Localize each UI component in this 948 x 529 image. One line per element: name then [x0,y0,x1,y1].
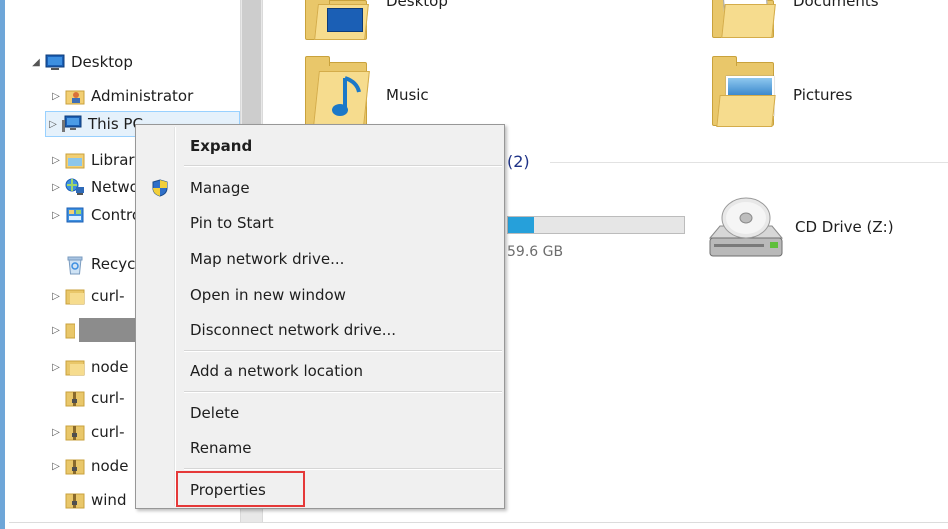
control-panel-icon [65,206,85,224]
menu-item-disconnect-network-drive[interactable]: Disconnect network drive... [138,315,502,345]
menu-item-open-in-new-window[interactable]: Open in new window [138,280,502,310]
menu-item-label: Open in new window [190,286,346,304]
context-menu: Expand Manage Pin to Start Map network d… [135,124,505,509]
expand-arrow-icon[interactable]: ▷ [49,210,63,221]
recycle-bin-icon [65,255,85,275]
scrollbar-thumb[interactable] [242,0,261,126]
menu-item-pin-to-start[interactable]: Pin to Start [138,208,502,238]
user-folder-icon [65,87,85,105]
zip-folder-icon [65,389,85,407]
window-bottom-border [9,522,948,523]
desktop-folder-icon[interactable] [305,0,369,40]
group-divider [550,162,948,163]
tree-item-zip-folder[interactable]: ▷ curl- [49,420,125,444]
menu-item-label: Add a network location [190,362,363,380]
cd-drive-label[interactable]: CD Drive (Z:) [795,218,894,236]
expand-arrow-icon[interactable]: ▷ [49,427,63,438]
tree-item-redacted-folder[interactable]: ▷ [49,318,139,342]
tree-item-label: curl- [91,287,125,305]
properties-highlight-box [176,471,305,507]
menu-separator [184,165,502,167]
expand-arrow-icon[interactable]: ▷ [49,291,63,302]
menu-separator [184,350,502,352]
menu-item-manage[interactable]: Manage [138,173,502,203]
folder-icon [65,358,85,376]
menu-separator [184,468,502,470]
tree-item-zip-folder[interactable]: ▷ node [49,454,128,478]
collapse-arrow-icon[interactable]: ◢ [29,57,43,68]
menu-separator [184,391,502,393]
expand-arrow-icon[interactable]: ▷ [49,91,63,102]
zip-folder-icon [65,423,85,441]
tree-item-label: Desktop [71,53,133,71]
tree-item-label: Administrator [91,87,194,105]
folder-label-documents[interactable]: Documents [793,0,879,10]
expand-arrow-icon[interactable]: ▷ [49,155,63,166]
folder-icon [65,321,76,339]
tree-item-folder[interactable]: ▷ node [49,355,128,379]
network-icon [65,178,85,196]
menu-item-rename[interactable]: Rename [138,433,502,463]
tree-item-label: node [91,457,129,475]
folder-label-desktop[interactable]: Desktop [386,0,448,10]
expand-arrow-icon[interactable]: ▷ [49,182,63,193]
music-folder-icon[interactable] [305,56,370,126]
tree-item-zip-folder[interactable]: curl- [63,386,125,410]
redacted-block [79,318,139,342]
disk-free-space: 59.6 GB [507,244,564,260]
disk-usage-fill [508,217,534,233]
menu-item-label: Rename [190,439,252,457]
shield-icon [152,179,168,197]
tree-item-desktop[interactable]: ◢ Desktop [29,50,133,74]
tree-item-folder[interactable]: ▷ curl- [49,284,125,308]
devices-group-header[interactable]: (2) [507,152,530,171]
menu-item-delete[interactable]: Delete [138,398,502,428]
menu-item-expand[interactable]: Expand [138,131,502,161]
expand-arrow-icon[interactable]: ▷ [49,325,63,336]
disk-usage-bar [507,216,685,234]
window-left-border [0,0,9,529]
expand-arrow-icon[interactable]: ▷ [49,362,63,373]
libraries-icon [65,151,85,169]
menu-item-add-network-location[interactable]: Add a network location [138,356,502,386]
folder-label-music[interactable]: Music [386,86,429,104]
menu-item-label: Expand [190,137,253,155]
folder-label-pictures[interactable]: Pictures [793,86,852,104]
content-pane [300,0,860,50]
menu-item-label: Disconnect network drive... [190,321,397,339]
zip-folder-icon [65,457,85,475]
pictures-folder-icon[interactable] [712,56,776,126]
tree-item-administrator[interactable]: ▷ Administrator [49,84,193,108]
documents-folder-icon[interactable] [712,0,776,38]
zip-folder-icon [65,491,85,509]
computer-icon [62,115,82,133]
expand-arrow-icon[interactable]: ▷ [49,461,63,472]
expand-arrow-icon[interactable]: ▷ [46,119,60,130]
menu-item-label: Pin to Start [190,214,274,232]
menu-item-label: Manage [190,179,250,197]
tree-item-label: curl- [91,423,125,441]
tree-item-label: curl- [91,389,125,407]
tree-item-label: wind [91,491,127,509]
cd-drive-icon[interactable] [706,194,786,264]
tree-item-zip-folder[interactable]: wind [63,488,126,512]
menu-item-map-network-drive[interactable]: Map network drive... [138,244,502,274]
menu-item-label: Delete [190,404,240,422]
menu-item-label: Map network drive... [190,250,345,268]
desktop-icon [45,53,65,71]
tree-item-label: node [91,358,129,376]
folder-icon [65,287,85,305]
